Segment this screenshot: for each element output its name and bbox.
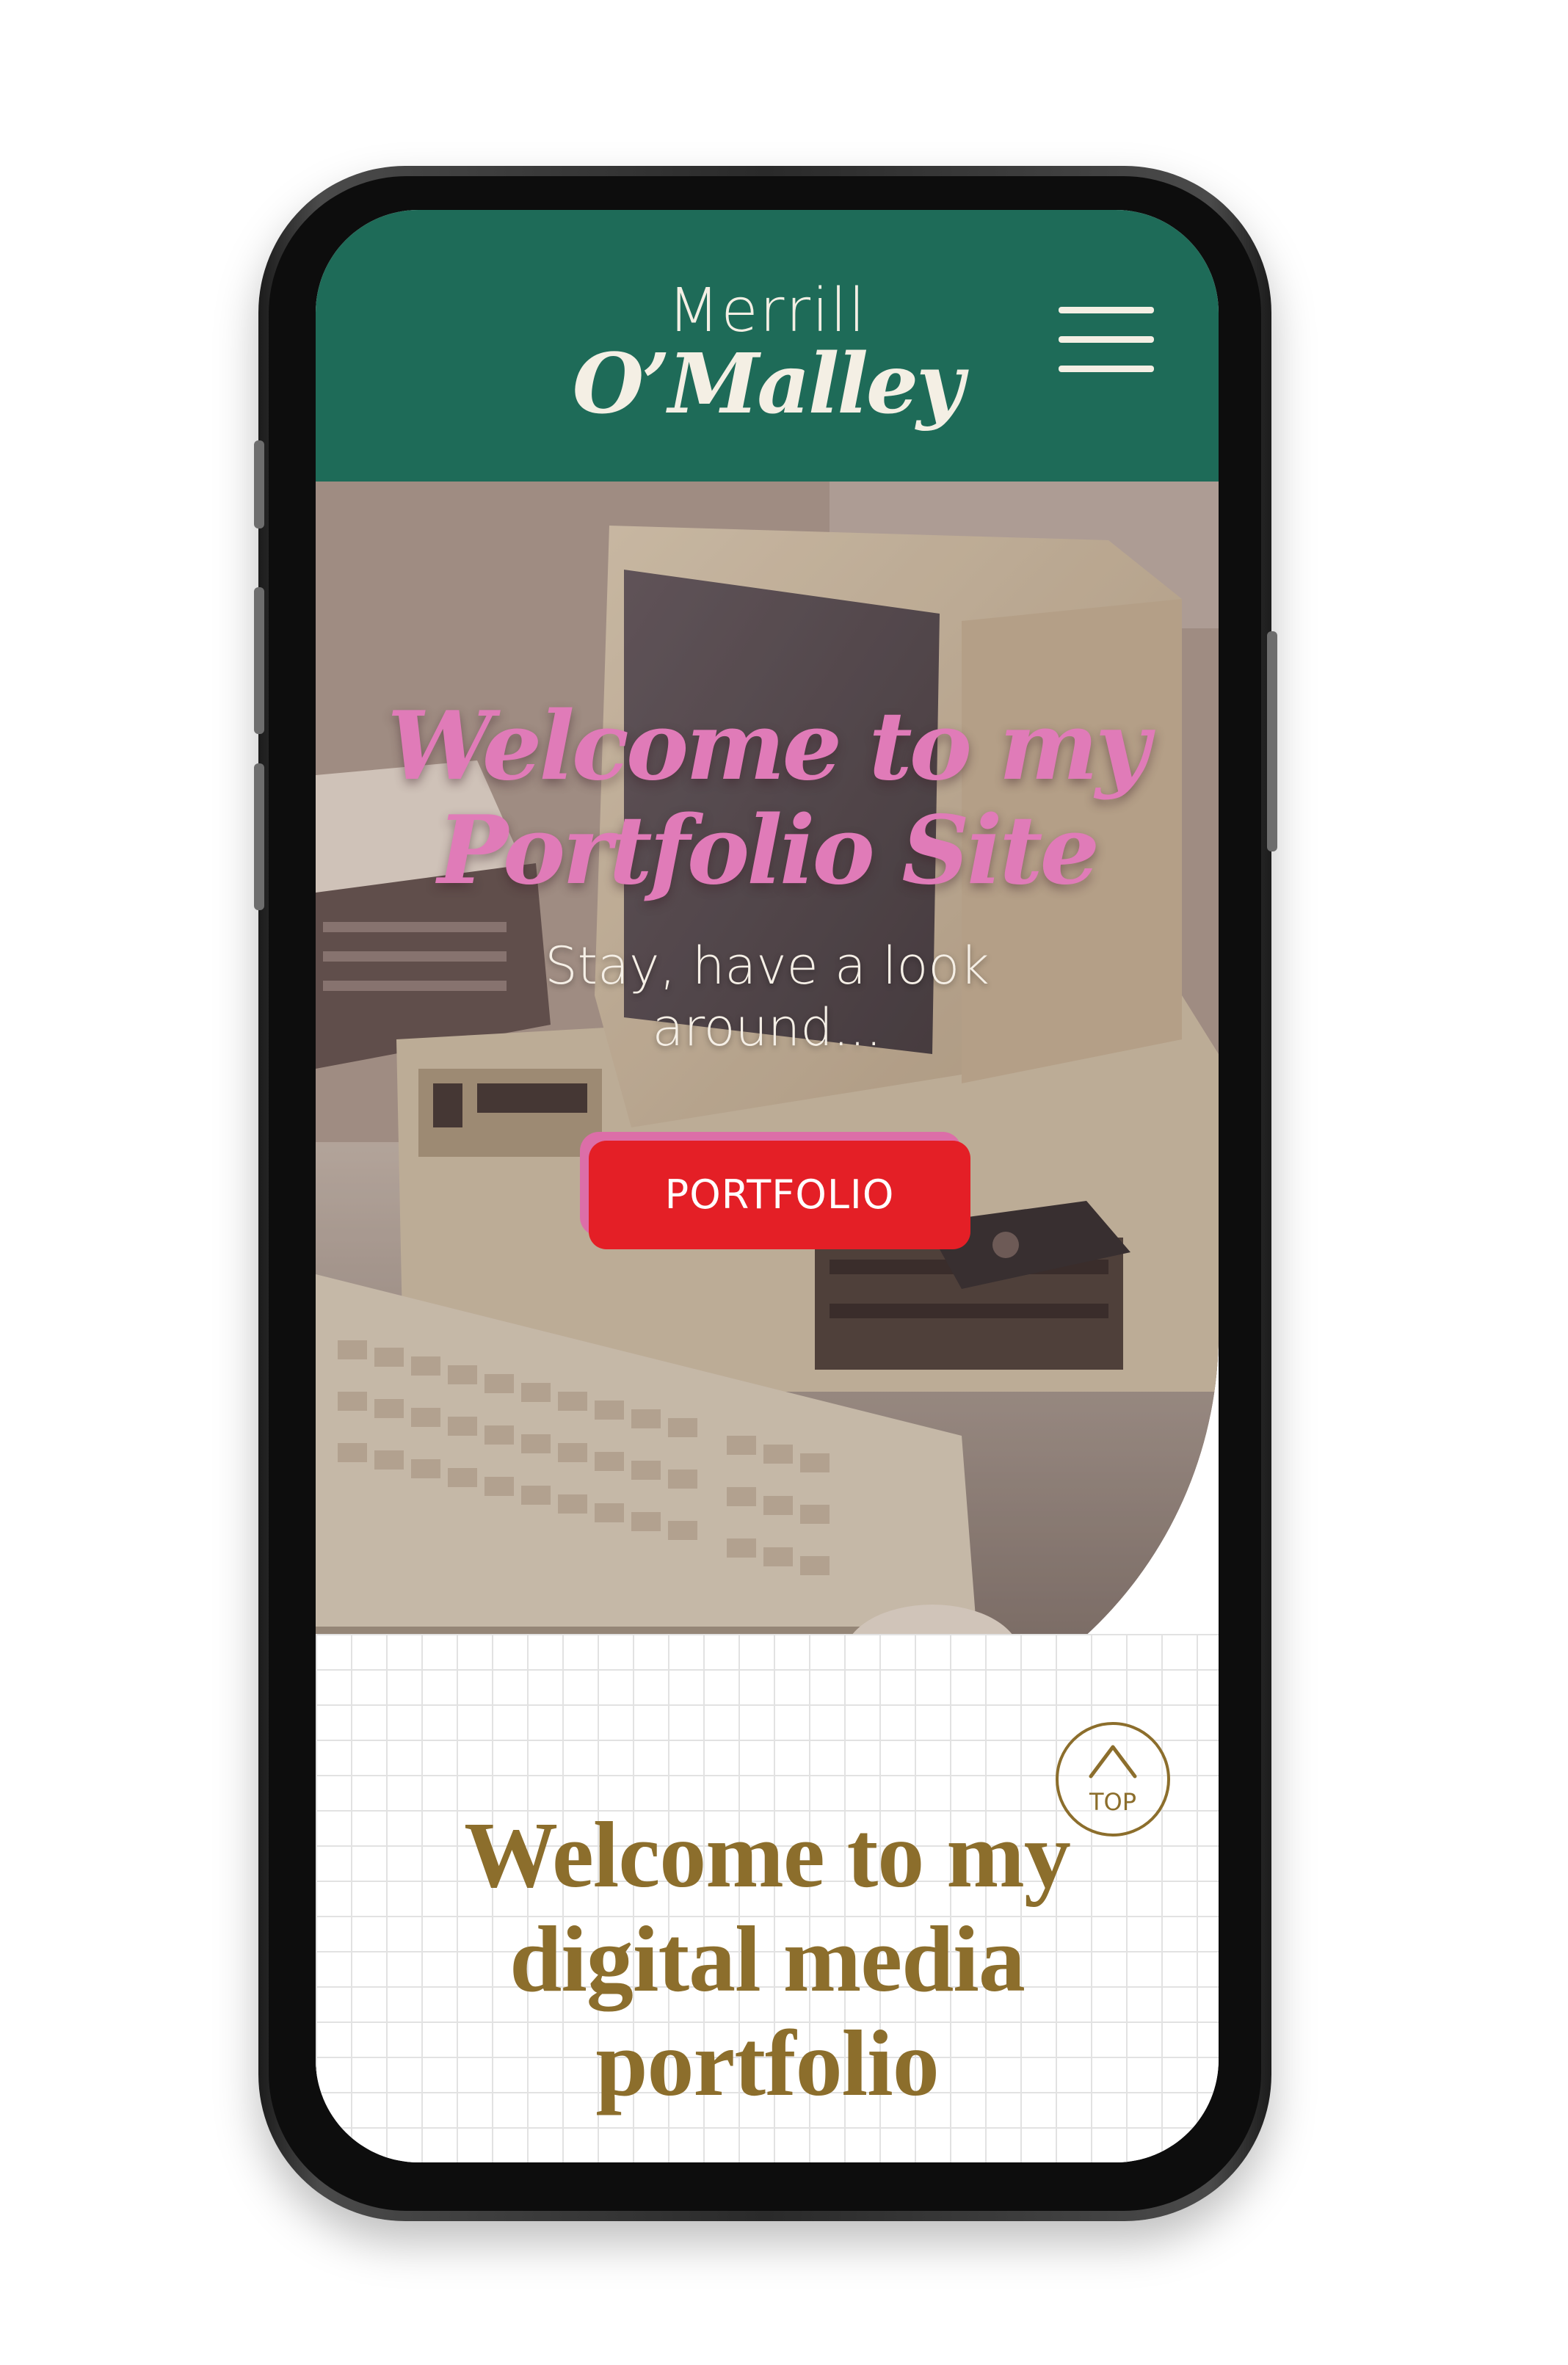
phone-screen: Merrill O’Malley Welcome to my Portfolio… xyxy=(316,210,1219,2162)
hero-subtitle: Stay, have a look around... xyxy=(316,935,1219,1058)
menu-bar-bottom xyxy=(1059,366,1154,372)
hero-section: Welcome to my Portfolio Site Stay, have … xyxy=(316,482,1219,1744)
hero-title-line1: Welcome to my xyxy=(387,691,1150,802)
phone-side-button-volume-down xyxy=(254,763,264,910)
phone-side-button-silent xyxy=(254,440,264,528)
hamburger-menu-icon[interactable] xyxy=(1059,307,1154,380)
intro-heading-line3: portfolio xyxy=(595,2011,939,2115)
site-header: Merrill O’Malley xyxy=(316,210,1219,482)
hero-title-line2: Portfolio Site xyxy=(438,796,1100,906)
chevron-up-icon xyxy=(1089,1745,1137,1779)
hero-subtitle-line1: Stay, have a look xyxy=(545,936,990,996)
hero-overlay xyxy=(316,482,1219,1744)
portfolio-button[interactable]: PORTFOLIO xyxy=(589,1141,970,1249)
intro-heading-line1: Welcome to my xyxy=(464,1803,1071,1907)
menu-bar-middle xyxy=(1059,336,1154,343)
menu-bar-top xyxy=(1059,307,1154,313)
hero-title: Welcome to my Portfolio Site xyxy=(316,694,1219,903)
phone-side-button-volume-up xyxy=(254,587,264,734)
intro-heading-line2: digital media xyxy=(509,1907,1026,2011)
hero-subtitle-line2: around... xyxy=(652,998,882,1058)
intro-heading: Welcome to my digital media portfolio xyxy=(316,1803,1219,2115)
phone-side-button-power xyxy=(1267,631,1277,851)
